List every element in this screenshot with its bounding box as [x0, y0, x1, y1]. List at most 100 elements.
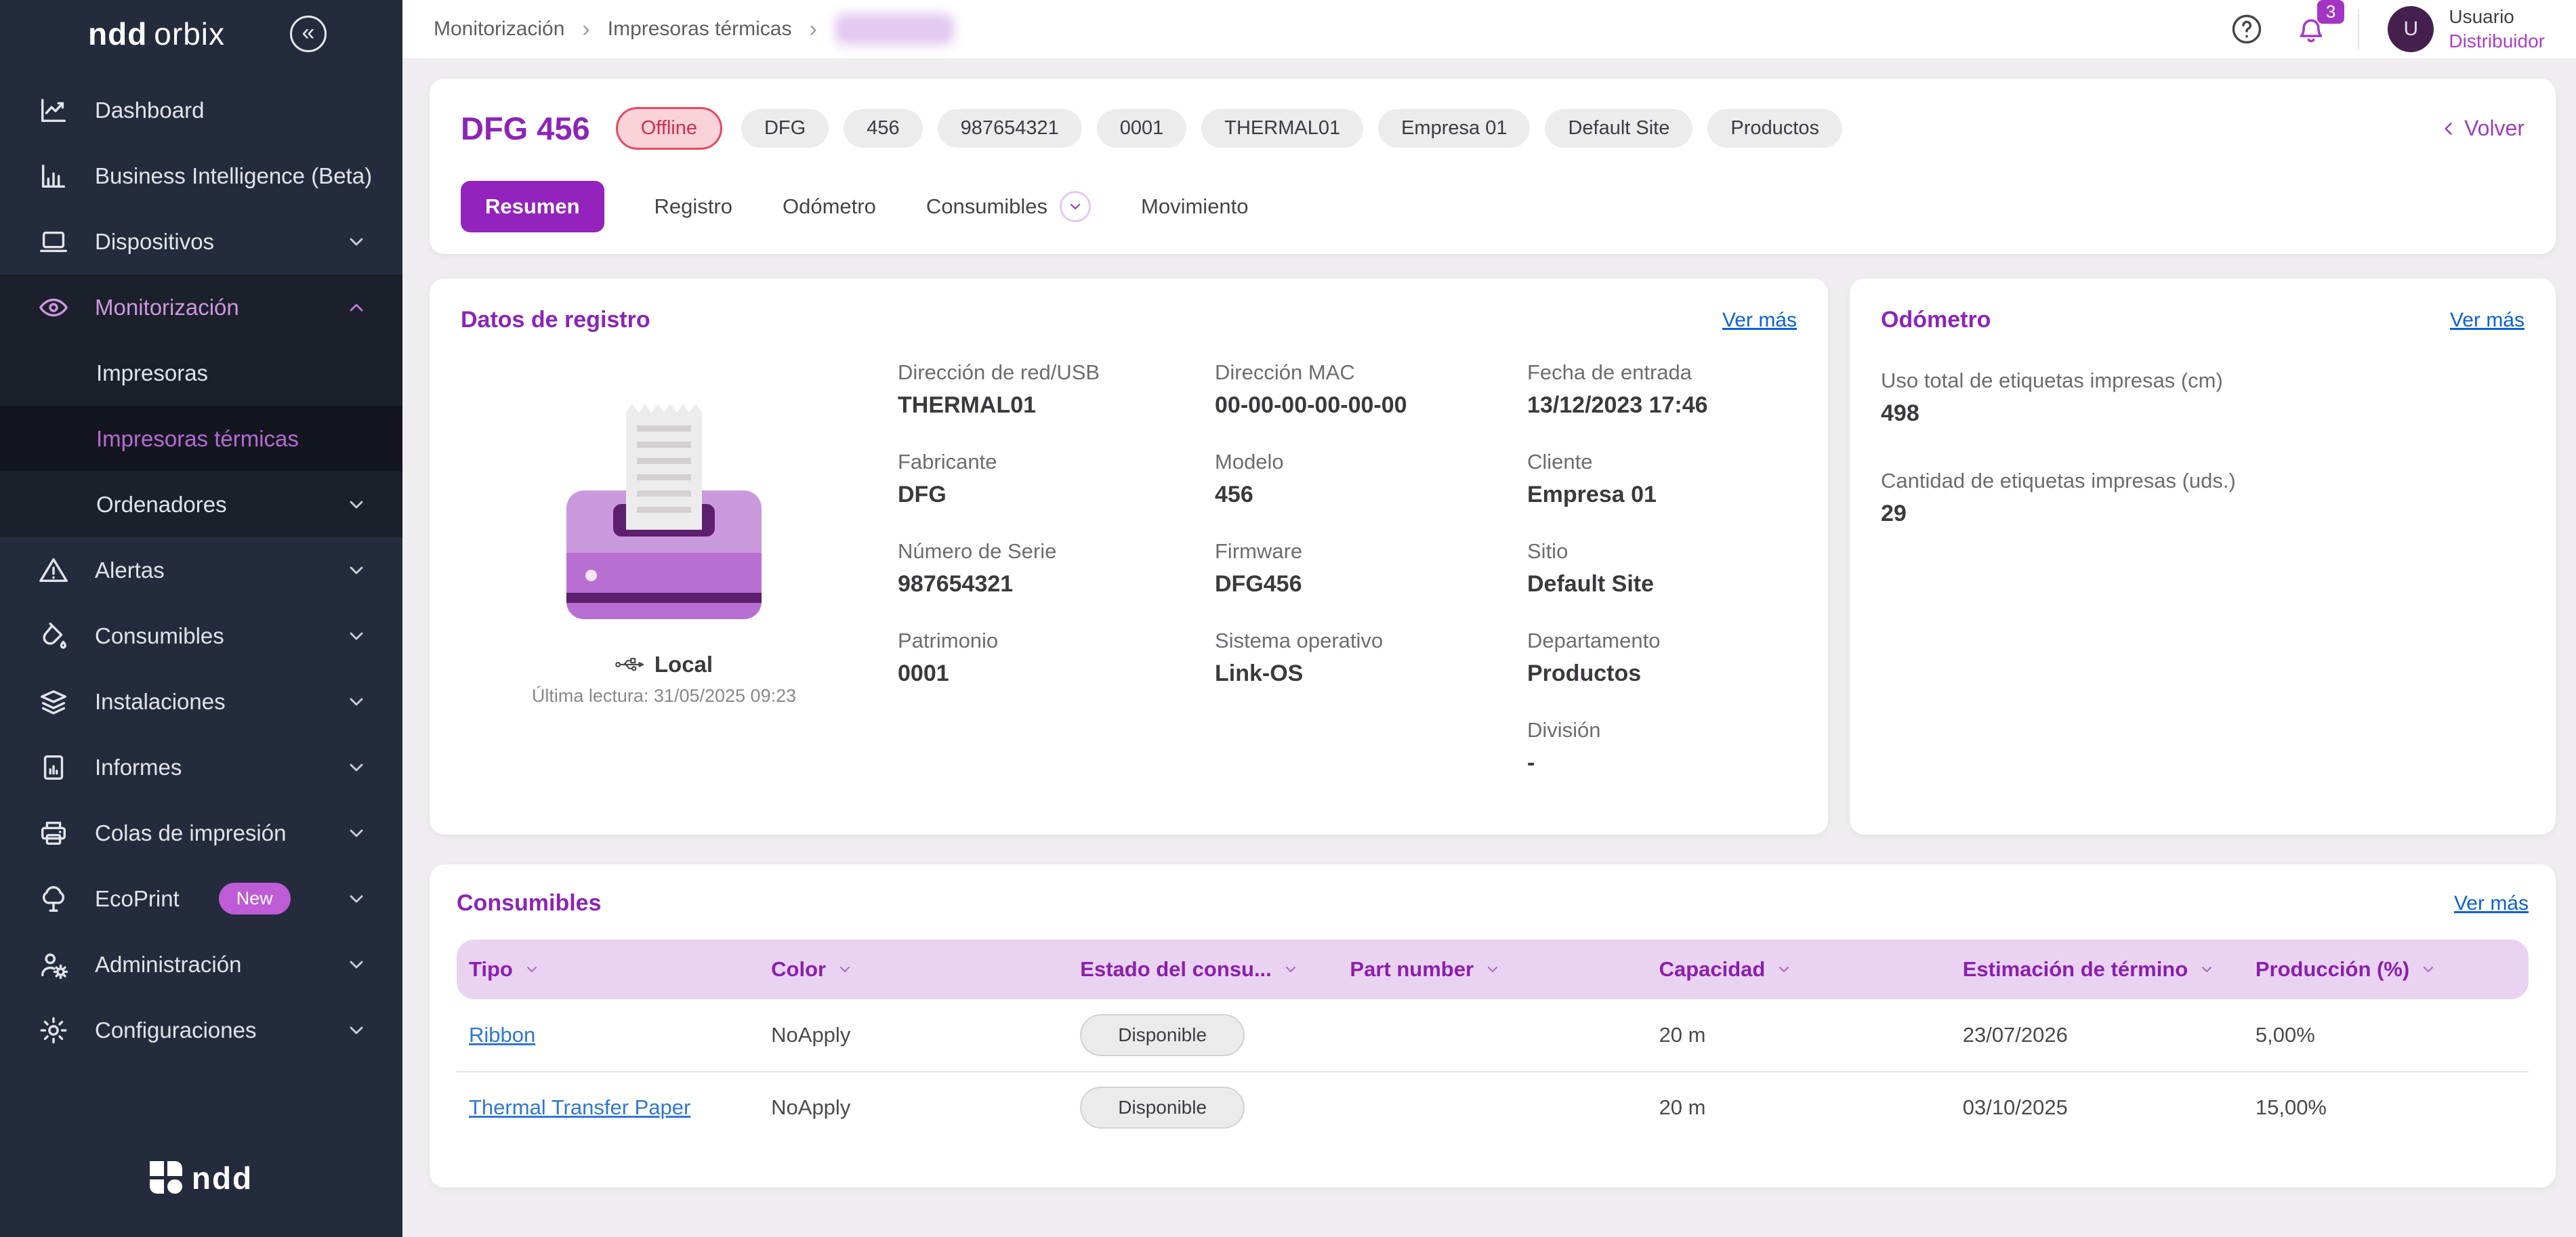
tree-icon [42, 885, 65, 912]
datos-de-registro-card: Datos de registro Ver más Local Última l… [430, 278, 1828, 835]
device-header-card: DFG 456 Offline DFG 456 987654321 0001 T… [430, 79, 2556, 254]
sort-chevron-icon [2202, 966, 2212, 973]
metric-value: 29 [1881, 501, 1907, 526]
field-departamento: Departamento Productos [1527, 629, 1797, 687]
ndd-logo-mark [149, 1161, 182, 1194]
tab-label: Consumibles [926, 194, 1048, 218]
sort-chevron-icon [1285, 966, 1295, 973]
report-document-icon [43, 755, 64, 780]
user-role: Distribuidor [2449, 30, 2545, 51]
sidebar-item-label: Consumibles [95, 623, 224, 648]
sidebar-item-informes[interactable]: Informes [0, 734, 402, 800]
column-header-tipo[interactable]: Tipo [457, 957, 759, 982]
breadcrumb-monitorizacion[interactable]: Monitorización [434, 18, 564, 41]
help-icon[interactable] [2229, 12, 2264, 47]
user-menu[interactable]: U Usuario Distribuidor [2388, 5, 2545, 54]
field-sitio: Sitio Default Site [1527, 539, 1797, 597]
user-gear-icon [41, 953, 68, 979]
consumibles-card-head: Consumibles Ver más [457, 890, 2529, 917]
consumibles-table-header: Tipo Color Estado del consu... Part numb… [457, 940, 2529, 999]
sidebar-nav: Dashboard Business Intelligence (Beta) D… [0, 68, 402, 1161]
sidebar-item-label: Instalaciones [95, 688, 226, 714]
chevron-down-icon [350, 238, 363, 245]
sidebar-footer-logo: ndd [0, 1161, 402, 1237]
bar-chart-icon [41, 164, 66, 188]
chevron-down-icon [350, 895, 363, 902]
column-header-color[interactable]: Color [759, 957, 1068, 982]
sidebar-item-dispositivos[interactable]: Dispositivos [0, 209, 402, 274]
chevron-down-icon [350, 566, 363, 574]
metric-uso-total: Uso total de etiquetas impresas (cm) 498 [1881, 369, 2525, 427]
field-modelo: Modelo 456 [1215, 450, 1527, 508]
app-logo-bold: ndd [88, 16, 148, 51]
sidebar-item-alertas[interactable]: Alertas [0, 537, 402, 603]
field-label: Modelo [1215, 450, 1284, 474]
sidebar-item-impresoras-termicas[interactable]: Impresoras térmicas [0, 406, 402, 471]
column-header-produccion[interactable]: Producción (%) [2243, 957, 2529, 982]
back-button[interactable]: Volver [2440, 116, 2525, 141]
registro-ver-mas-link[interactable]: Ver más [1722, 309, 1797, 332]
ndd-logo-text: ndd [191, 1160, 253, 1196]
sidebar-item-consumibles[interactable]: Consumibles [0, 603, 402, 669]
consumibles-ver-mas-link[interactable]: Ver más [2454, 892, 2529, 915]
field-value: Productos [1527, 661, 1642, 686]
sidebar-item-ecoprint[interactable]: EcoPrint New [0, 866, 402, 931]
column-header-part-number[interactable]: Part number [1337, 957, 1646, 982]
tab-dropdown-button[interactable] [1060, 191, 1092, 222]
sidebar-item-configuraciones[interactable]: Configuraciones [0, 997, 402, 1063]
field-value: Link-OS [1215, 661, 1304, 686]
receipt-shape [626, 404, 702, 530]
tab-consumibles[interactable]: Consumibles [926, 191, 1092, 222]
summary-cards-row: Datos de registro Ver más Local Última l… [430, 278, 2556, 835]
sidebar-item-impresoras[interactable]: Impresoras [0, 340, 402, 406]
field-label: Número de Serie [898, 539, 1057, 563]
sidebar-item-dashboard[interactable]: Dashboard [0, 77, 402, 143]
notifications-button[interactable]: 3 [2293, 0, 2345, 47]
consumible-link[interactable]: Thermal Transfer Paper [457, 1095, 759, 1120]
cell-estado: Disponible [1068, 1087, 1337, 1129]
chevron-left-icon [2445, 122, 2452, 135]
line-chart-icon [41, 98, 66, 122]
cell-estimacion: 03/10/2025 [1962, 1095, 2068, 1119]
sidebar-item-monitorizacion[interactable]: Monitorización [0, 274, 402, 340]
odometro-card: Odómetro Ver más Uso total de etiquetas … [1850, 278, 2556, 835]
sidebar-item-colas-de-impresion[interactable]: Colas de impresión [0, 800, 402, 866]
table-row-thermal-transfer-paper: Thermal Transfer Paper NoApply Disponibl… [457, 1071, 2529, 1143]
odometro-ver-mas-link[interactable]: Ver más [2450, 309, 2525, 332]
column-header-capacidad[interactable]: Capacidad [1647, 957, 1951, 982]
cell-color: NoApply [771, 1095, 851, 1119]
sidebar-item-instalaciones[interactable]: Instalaciones [0, 669, 402, 734]
sidebar-item-ordenadores[interactable]: Ordenadores [0, 471, 402, 537]
breadcrumb-impresoras-termicas[interactable]: Impresoras térmicas [608, 18, 792, 41]
connection-type: Local [654, 652, 713, 677]
sidebar-group-monitorizacion: Monitorización Impresoras Impresoras tér… [0, 274, 402, 537]
field-value: 987654321 [898, 571, 1014, 597]
field-sistema-operativo: Sistema operativo Link-OS [1215, 629, 1527, 687]
column-header-estimacion[interactable]: Estimación de término [1951, 957, 2243, 982]
field-label: Dirección de red/USB [898, 360, 1100, 384]
sort-chevron-icon [2424, 966, 2434, 973]
metric-cantidad: Cantidad de etiquetas impresas (uds.) 29 [1881, 469, 2525, 527]
topbar: Monitorización › Impresoras térmicas › 3… [402, 0, 2576, 58]
sidebar-collapse-button[interactable]: « [290, 16, 327, 52]
chevron-down-icon [1070, 203, 1081, 210]
field-firmware: Firmware DFG456 [1215, 539, 1527, 597]
status-badge-offline: Offline [615, 107, 722, 150]
tab-movimiento[interactable]: Movimiento [1141, 194, 1249, 219]
tab-resumen[interactable]: Resumen [461, 181, 604, 232]
field-value: Default Site [1527, 571, 1655, 597]
sidebar-item-administracion[interactable]: Administración [0, 931, 402, 997]
registro-fields-grid: Dirección de red/USB THERMAL01 Fabricant… [867, 333, 1797, 808]
warning-triangle-icon [39, 558, 68, 582]
cell-estimacion: 23/07/2026 [1962, 1023, 2068, 1047]
chevron-down-icon [350, 763, 363, 771]
chevron-down-icon [350, 632, 363, 640]
consumible-link[interactable]: Ribbon [457, 1023, 759, 1047]
sidebar-item-business-intelligence[interactable]: Business Intelligence (Beta) [0, 143, 402, 209]
tab-registro[interactable]: Registro [655, 194, 732, 219]
field-value: 0001 [898, 661, 949, 686]
column-header-estado[interactable]: Estado del consu... [1068, 957, 1337, 982]
tab-odometro[interactable]: Odómetro [783, 194, 876, 219]
chevron-down-icon [350, 698, 363, 705]
registro-col-1: Dirección de red/USB THERMAL01 Fabricant… [898, 360, 1215, 808]
